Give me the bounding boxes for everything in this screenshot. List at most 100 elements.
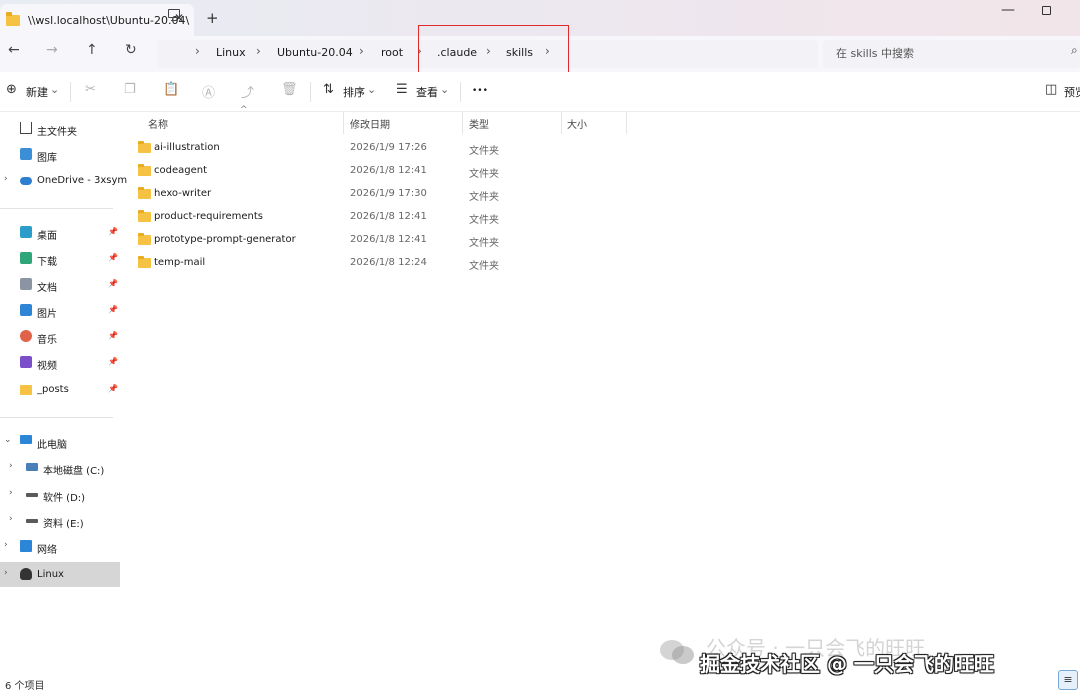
table-row[interactable]: temp-mail 2026/1/8 12:24 文件夹 bbox=[130, 252, 890, 275]
sidebar-divider bbox=[0, 417, 113, 418]
details-view-button[interactable]: ≡ bbox=[1058, 670, 1078, 690]
breadcrumb-linux[interactable]: Linux bbox=[216, 46, 246, 59]
drive-icon bbox=[26, 463, 38, 471]
table-row[interactable]: ai-illustration 2026/1/9 17:26 文件夹 bbox=[130, 137, 890, 160]
preview-button[interactable]: 预览 bbox=[1064, 84, 1080, 100]
chevron-down-icon[interactable]: ⌄ bbox=[367, 83, 376, 96]
back-button[interactable]: ← bbox=[8, 42, 20, 58]
column-divider[interactable] bbox=[462, 112, 463, 134]
sidebar-item-drive-d[interactable]: › 软件 (D:) bbox=[0, 484, 120, 506]
delete-icon[interactable]: 🗑 bbox=[281, 82, 298, 97]
sort-icon[interactable]: ⇅ bbox=[323, 82, 334, 97]
refresh-button[interactable]: ↻ bbox=[125, 42, 137, 58]
tab-title: \\wsl.localhost\Ubuntu-20.04\ bbox=[28, 13, 190, 27]
sidebar-item-downloads[interactable]: 下载 📌 bbox=[0, 248, 120, 270]
column-header-size[interactable]: 大小 bbox=[567, 116, 587, 131]
pin-icon[interactable]: 📌 bbox=[108, 227, 118, 236]
sidebar-item-label: _posts bbox=[37, 384, 69, 395]
file-type: 文件夹 bbox=[469, 169, 499, 180]
column-header-type[interactable]: 类型 bbox=[469, 116, 489, 131]
forward-button[interactable]: → bbox=[46, 42, 58, 58]
home-icon bbox=[20, 122, 32, 134]
sidebar-item-this-pc[interactable]: ⌄ 此电脑 bbox=[0, 431, 120, 453]
column-header-name[interactable]: 名称 bbox=[148, 116, 168, 131]
more-options-button[interactable]: ••• bbox=[472, 86, 488, 96]
sidebar-item-onedrive[interactable]: › OneDrive - 3xsym bbox=[0, 170, 127, 192]
sidebar-item-label: 资料 (E:) bbox=[43, 519, 84, 530]
chevron-right-icon[interactable]: › bbox=[9, 488, 13, 498]
sidebar-item-videos[interactable]: 视频 📌 bbox=[0, 352, 120, 374]
sidebar-item-desktop[interactable]: 桌面 📌 bbox=[0, 222, 120, 244]
sidebar-item-linux[interactable]: › Linux bbox=[0, 562, 120, 587]
paste-icon[interactable]: 📋 bbox=[163, 82, 179, 97]
up-button[interactable]: ↑ bbox=[86, 42, 98, 58]
sidebar-item-home[interactable]: 主文件夹 bbox=[0, 118, 120, 140]
sidebar-item-drive-e[interactable]: › 资料 (E:) bbox=[0, 510, 120, 532]
breadcrumb-separator[interactable]: › bbox=[256, 44, 261, 58]
view-button[interactable]: 查看 bbox=[416, 84, 438, 100]
chevron-down-icon[interactable]: ⌄ bbox=[4, 435, 12, 445]
search-input[interactable]: 在 skills 中搜索 bbox=[836, 45, 914, 61]
column-divider[interactable] bbox=[626, 112, 627, 134]
cut-icon[interactable]: ✂ bbox=[85, 82, 96, 97]
share-icon[interactable]: ⤴ bbox=[241, 82, 254, 101]
column-divider[interactable] bbox=[343, 112, 344, 134]
file-name: codeagent bbox=[154, 165, 208, 176]
new-button[interactable]: 新建 bbox=[26, 84, 48, 100]
copy-icon[interactable]: ❐ bbox=[124, 82, 136, 97]
pin-icon[interactable]: 📌 bbox=[108, 305, 118, 314]
sidebar-item-label: 图库 bbox=[37, 153, 57, 164]
breadcrumb-separator[interactable]: › bbox=[195, 44, 200, 58]
pin-icon[interactable]: 📌 bbox=[108, 253, 118, 262]
column-divider[interactable] bbox=[561, 112, 562, 134]
pin-icon[interactable]: 📌 bbox=[108, 279, 118, 288]
chevron-right-icon[interactable]: › bbox=[4, 174, 8, 184]
sidebar-item-posts[interactable]: _posts 📌 bbox=[0, 379, 120, 401]
breadcrumb-separator[interactable]: › bbox=[359, 44, 364, 58]
document-icon bbox=[20, 278, 32, 290]
video-icon bbox=[20, 356, 32, 368]
sidebar-item-network[interactable]: › 网络 bbox=[0, 536, 120, 558]
rename-icon[interactable]: Ⓐ bbox=[202, 82, 215, 101]
table-row[interactable]: product-requirements 2026/1/8 12:41 文件夹 bbox=[130, 206, 890, 229]
sidebar-item-label: 此电脑 bbox=[37, 440, 67, 451]
tab-wsl[interactable]: \\wsl.localhost\Ubuntu-20.04\ ✕ bbox=[0, 4, 194, 36]
view-icon[interactable]: ☰ bbox=[396, 82, 408, 97]
file-type: 文件夹 bbox=[469, 215, 499, 226]
sidebar-item-drive-c[interactable]: › 本地磁盘 (C:) bbox=[0, 457, 120, 479]
sidebar-item-label: 文档 bbox=[37, 283, 57, 294]
column-header-modified[interactable]: 修改日期 bbox=[350, 116, 390, 131]
preview-pane-icon[interactable]: ◫ bbox=[1045, 82, 1057, 97]
file-name: product-requirements bbox=[154, 211, 263, 222]
new-tab-button[interactable]: + bbox=[206, 9, 219, 27]
breadcrumb-ubuntu[interactable]: Ubuntu-20.04 bbox=[277, 46, 353, 59]
sort-button[interactable]: 排序 bbox=[343, 84, 365, 100]
download-icon bbox=[20, 252, 32, 264]
search-icon[interactable]: ⌕ bbox=[1071, 43, 1078, 58]
table-row[interactable]: hexo-writer 2026/1/9 17:30 文件夹 bbox=[130, 183, 890, 206]
pin-icon[interactable]: 📌 bbox=[108, 357, 118, 366]
folder-icon bbox=[138, 141, 151, 153]
chevron-right-icon[interactable]: › bbox=[4, 568, 8, 578]
sidebar-item-music[interactable]: 音乐 📌 bbox=[0, 326, 120, 348]
sidebar-item-gallery[interactable]: 图库 bbox=[0, 144, 120, 166]
file-name: ai-illustration bbox=[154, 142, 220, 153]
sidebar-item-label: 网络 bbox=[37, 545, 57, 556]
table-row[interactable]: prototype-prompt-generator 2026/1/8 12:4… bbox=[130, 229, 890, 252]
sidebar-item-label: 图片 bbox=[37, 309, 57, 320]
chevron-down-icon[interactable]: ⌄ bbox=[50, 83, 59, 96]
chevron-right-icon[interactable]: › bbox=[9, 514, 13, 524]
maximize-button[interactable] bbox=[1042, 6, 1051, 15]
pin-icon[interactable]: 📌 bbox=[108, 384, 118, 393]
computer-icon[interactable] bbox=[168, 9, 180, 21]
chevron-right-icon[interactable]: › bbox=[9, 461, 13, 471]
sidebar-item-pictures[interactable]: 图片 📌 bbox=[0, 300, 120, 322]
sidebar-item-documents[interactable]: 文档 📌 bbox=[0, 274, 120, 296]
new-icon[interactable]: ⊕ bbox=[6, 82, 17, 97]
minimize-button[interactable]: — bbox=[1001, 2, 1015, 18]
chevron-down-icon[interactable]: ⌄ bbox=[440, 83, 449, 96]
breadcrumb-root[interactable]: root bbox=[381, 46, 403, 59]
table-row[interactable]: codeagent 2026/1/8 12:41 文件夹 bbox=[130, 160, 890, 183]
chevron-right-icon[interactable]: › bbox=[4, 540, 8, 550]
pin-icon[interactable]: 📌 bbox=[108, 331, 118, 340]
